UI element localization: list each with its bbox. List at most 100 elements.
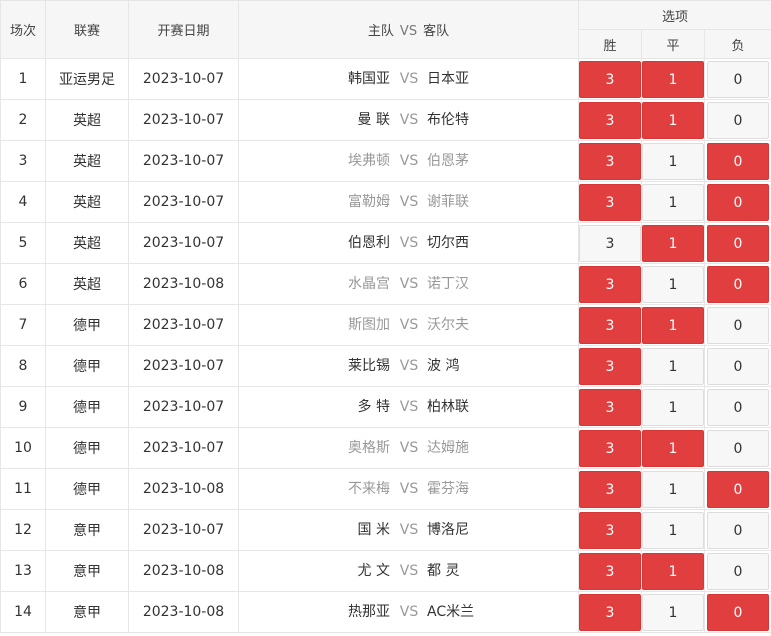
table-row: 5 英超 2023-10-07 伯恩利 VS 切尔西 3 1 0 [0, 222, 771, 264]
league-name: 英超 [45, 222, 129, 264]
league-name: 英超 [45, 140, 129, 182]
lose-option-button[interactable]: 0 [707, 183, 769, 221]
matchup: 曼 联 VS 布伦特 [238, 99, 579, 141]
draw-option-button[interactable]: 1 [642, 183, 704, 221]
draw-option-button[interactable]: 1 [642, 593, 704, 631]
match-table: 场次 联赛 开赛日期 主队 VS 客队 选项 胜 平 负 1 亚运男足 2023-10-… [0, 0, 771, 633]
table-row: 8 德甲 2023-10-07 莱比锡 VS 波 鸿 310 [0, 345, 771, 387]
match-no: 2 [0, 99, 46, 141]
lose-option-cell: 0 [703, 591, 771, 633]
home-team: 国 米 [357, 522, 390, 538]
matchup: 斯图加 VS 沃尔夫 [238, 304, 579, 346]
draw-option-button[interactable]: 1 [642, 265, 704, 303]
draw-option-button[interactable]: 1 [642, 142, 704, 180]
win-option-button[interactable]: 3 [579, 347, 641, 385]
draw-option-button[interactable]: 1 [642, 388, 704, 426]
home-team: 曼 联 [357, 112, 390, 128]
away-team: 诺丁汉 [427, 276, 469, 292]
header-lose: 负 [703, 29, 771, 59]
vs-label: VS [399, 276, 419, 292]
league-name: 意甲 [45, 509, 129, 551]
match-date: 2023-10-07 [128, 222, 239, 264]
win-option-button[interactable]: 3 [579, 388, 641, 426]
match-date: 2023-10-07 [128, 509, 239, 551]
win-option-cell: 3 [578, 263, 642, 305]
lose-option-button[interactable]: 0 [707, 511, 769, 549]
lose-option-cell: 0 [703, 181, 771, 223]
league-name: 德甲 [45, 386, 129, 428]
league-name: 英超 [45, 263, 129, 305]
match-no: 5 [0, 222, 46, 264]
win-option-cell: 3 [578, 140, 642, 182]
header-date: 开赛日期 [128, 0, 239, 59]
lose-option-button[interactable]: 0 [707, 224, 769, 262]
matchup: 莱比锡 VS 波 鸿 [238, 345, 579, 387]
lose-option-cell: 0 [703, 468, 771, 510]
match-date: 2023-10-08 [128, 550, 239, 592]
win-option-button[interactable]: 3 [579, 511, 641, 549]
draw-option-cell: 1 [641, 345, 705, 387]
draw-option-cell: 1 [641, 386, 705, 428]
league-name: 德甲 [45, 304, 129, 346]
league-name: 德甲 [45, 427, 129, 469]
table-row: 7 德甲 2023-10-07 斯图加 VS 沃尔夫 3 1 0 [0, 304, 771, 346]
league-name: 德甲 [45, 468, 129, 510]
lose-option-cell: 0 [703, 386, 771, 428]
draw-option-cell: 1 [641, 591, 705, 633]
lose-option-cell: 0 [703, 550, 771, 592]
home-team: 斯图加 [348, 317, 390, 333]
draw-option-button[interactable]: 1 [642, 101, 704, 139]
lose-option-button[interactable]: 0 [707, 470, 769, 508]
lose-option-button[interactable]: 0 [707, 265, 769, 303]
win-option-button[interactable]: 3 [579, 429, 641, 467]
win-option-cell: 3 [578, 304, 642, 346]
win-option-cell: 3 [578, 468, 642, 510]
draw-option-button[interactable]: 1 [642, 429, 704, 467]
win-option-button[interactable]: 3 [579, 142, 641, 180]
win-option-button[interactable]: 3 [579, 101, 641, 139]
draw-option-button[interactable]: 1 [642, 552, 704, 590]
match-date: 2023-10-07 [128, 58, 239, 100]
win-option-button[interactable]: 3 [579, 593, 641, 631]
draw-option-button[interactable]: 1 [642, 470, 704, 508]
draw-option-button[interactable]: 1 [642, 60, 704, 98]
lose-option-button[interactable]: 0 [707, 60, 769, 98]
lose-option-cell: 0 [703, 263, 771, 305]
lose-option-button[interactable]: 0 [707, 429, 769, 467]
lose-option-button[interactable]: 0 [707, 347, 769, 385]
table-row: 14 意甲 2023-10-08 热那亚 VS AC米兰 3 1 0 [0, 591, 771, 633]
lose-option-cell: 0 [703, 222, 771, 264]
away-team: 霍芬海 [427, 481, 469, 497]
draw-option-cell: 1 [641, 140, 705, 182]
lose-option-button[interactable]: 0 [707, 593, 769, 631]
win-option-button[interactable]: 3 [579, 552, 641, 590]
match-no: 10 [0, 427, 46, 469]
win-option-button[interactable]: 3 [579, 60, 641, 98]
draw-option-button[interactable]: 1 [642, 511, 704, 549]
away-team: 沃尔夫 [427, 317, 469, 333]
matchup: 不来梅 VS 霍芬海 [238, 468, 579, 510]
draw-option-button[interactable]: 1 [642, 224, 704, 262]
draw-option-button[interactable]: 1 [642, 306, 704, 344]
matchup: 尤 文 VS 都 灵 [238, 550, 579, 592]
lose-option-button[interactable]: 0 [707, 142, 769, 180]
away-team: 日本亚 [427, 71, 469, 87]
home-team: 尤 文 [357, 563, 390, 579]
header-league: 联赛 [45, 0, 129, 59]
win-option-button[interactable]: 3 [579, 183, 641, 221]
vs-label: VS [399, 112, 419, 128]
draw-option-cell: 1 [641, 468, 705, 510]
draw-option-button[interactable]: 1 [642, 347, 704, 385]
win-option-button[interactable]: 3 [579, 306, 641, 344]
win-option-button[interactable]: 3 [579, 470, 641, 508]
win-option-button[interactable]: 3 [579, 265, 641, 303]
lose-option-button[interactable]: 0 [707, 101, 769, 139]
lose-option-cell: 0 [703, 509, 771, 551]
home-team: 富勒姆 [348, 194, 390, 210]
lose-option-button[interactable]: 0 [707, 552, 769, 590]
lose-option-button[interactable]: 0 [707, 306, 769, 344]
away-team: 达姆施 [427, 440, 469, 456]
lose-option-button[interactable]: 0 [707, 388, 769, 426]
win-option-cell: 3 [578, 181, 642, 223]
win-option-button[interactable]: 3 [579, 224, 641, 262]
